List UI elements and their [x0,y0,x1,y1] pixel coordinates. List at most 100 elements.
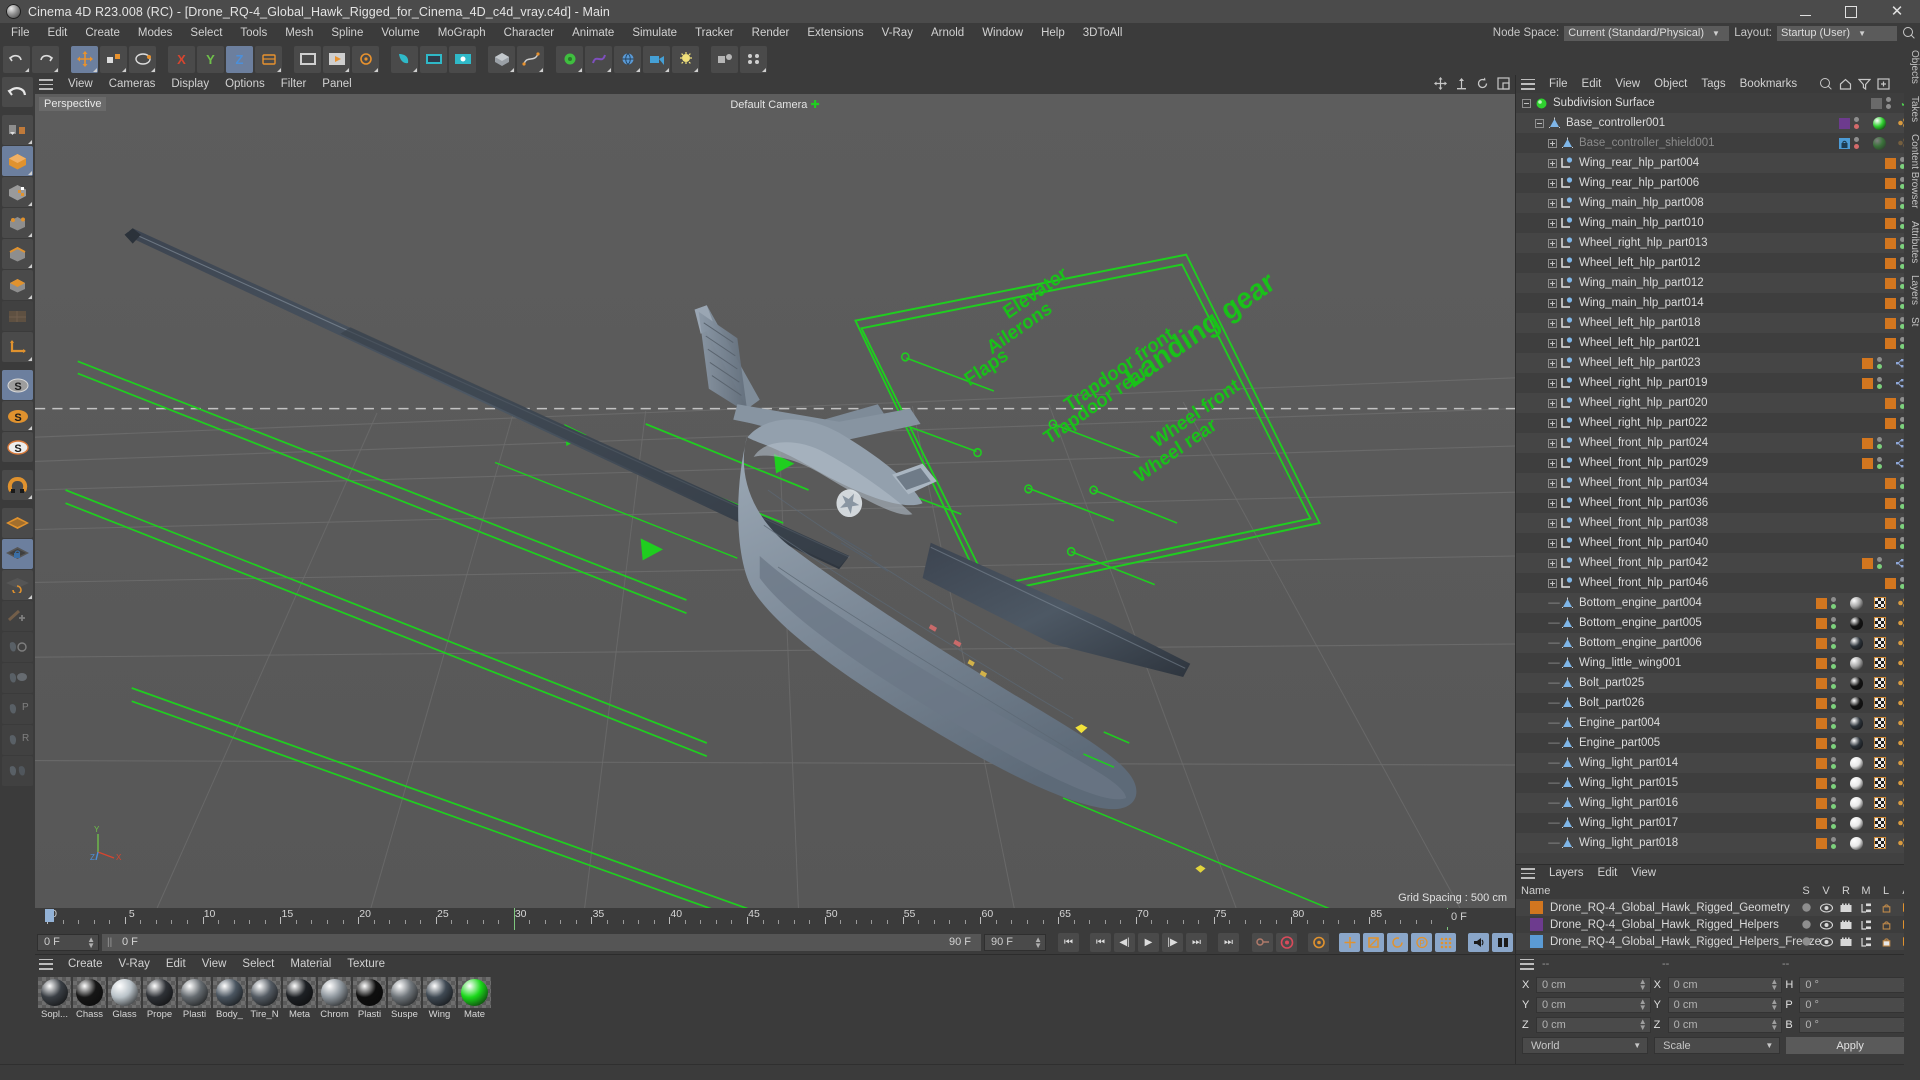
step-back-button[interactable]: ◀| [1114,932,1135,952]
texture-tag-icon[interactable] [1873,657,1886,669]
goto-start-button[interactable]: ⏮ [1058,932,1079,952]
layer-swatch[interactable] [1862,457,1873,469]
menu-item-layers[interactable]: Layers [1542,865,1591,882]
object-tree-row[interactable]: Wheel_front_hlp_part036 [1516,493,1920,513]
world-coordinate-button[interactable] [255,45,282,73]
object-tree-row[interactable]: Wheel_left_hlp_part012 [1516,253,1920,273]
vray-settings-button[interactable] [449,45,476,73]
expand-toggle-icon[interactable] [1548,298,1557,308]
select-tool-icon[interactable] [2,632,33,662]
visibility-dots[interactable] [1831,797,1838,809]
expand-toggle-icon[interactable] [1548,418,1557,428]
primitive-cube-button[interactable] [488,45,515,73]
object-tag[interactable] [1868,613,1891,633]
layer-swatch[interactable] [1862,357,1873,369]
object-tree-row[interactable]: — Wing_little_wing001 [1516,653,1920,673]
timeline-button[interactable] [1492,932,1513,952]
layer-swatch[interactable] [1816,617,1827,629]
object-tag[interactable] [1868,793,1891,813]
vertical-tab-takes[interactable]: Takes [1904,90,1920,128]
material-tag-icon[interactable] [1850,616,1863,630]
object-tree-row[interactable]: Wheel_right_hlp_part022 [1516,413,1920,433]
material-tag-icon[interactable] [1850,776,1863,790]
expand-toggle-icon[interactable] [1548,558,1557,568]
menu-item-mograph[interactable]: MoGraph [429,23,495,43]
spinner-icon[interactable]: ▲▼ [1639,1018,1647,1032]
visible-toggle[interactable] [1816,902,1836,913]
menu-item-character[interactable]: Character [495,23,564,43]
object-tree-row[interactable]: Wheel_left_hlp_part023 [1516,353,1920,373]
position-field[interactable]: 0 cm ▲ ▼ [1536,1017,1651,1033]
expand-toggle-icon[interactable] [1522,98,1531,108]
expand-toggle-icon[interactable] [1548,378,1557,388]
object-tree-row[interactable]: Wheel_front_hlp_part038 [1516,513,1920,533]
model-mode-icon[interactable] [2,146,33,176]
vray-render-button[interactable] [391,45,418,73]
visibility-dots[interactable] [1877,557,1884,569]
object-tree-row[interactable]: — Wing_light_part017 [1516,813,1920,833]
texture-tag-icon[interactable] [1873,757,1886,769]
layer-swatch[interactable] [1885,197,1896,209]
play-button[interactable]: ▶ [1138,932,1159,952]
object-tag[interactable] [1868,133,1891,153]
material-tag-icon[interactable] [1850,816,1863,830]
search-icon[interactable] [1819,77,1833,91]
goto-end-button[interactable]: ⏭ [1218,932,1239,952]
axis-z-button[interactable]: Z [226,45,253,73]
visibility-dots[interactable] [1831,777,1838,789]
object-tag[interactable] [1868,733,1891,753]
expand-toggle-icon[interactable] [1548,358,1557,368]
menu-item-cameras[interactable]: Cameras [101,75,164,94]
object-tree-row[interactable]: Wing_main_hlp_part012 [1516,273,1920,293]
menu-item-window[interactable]: Window [973,23,1032,43]
manager-toggle[interactable] [1856,937,1876,947]
visibility-dots[interactable] [1854,137,1861,149]
texture-tag-icon[interactable] [1873,777,1886,789]
layer-swatch[interactable] [1816,637,1827,649]
object-tree-row[interactable]: Wheel_front_hlp_part042 [1516,553,1920,573]
edges-mode-icon[interactable] [2,239,33,269]
expand-toggle-icon[interactable] [1535,118,1544,128]
expand-toggle-icon[interactable] [1548,178,1557,188]
layer-swatch[interactable] [1816,837,1827,849]
object-tree-row[interactable]: — Wing_light_part018 [1516,833,1920,853]
attributes-menu-icon[interactable] [1520,958,1534,970]
rotate-tool-button[interactable] [129,45,156,73]
object-tree-row[interactable]: Wheel_front_hlp_part029 [1516,453,1920,473]
object-manager-menu-icon[interactable] [1521,78,1535,90]
rotation-field[interactable]: 0 °▲▼ [1799,1017,1915,1033]
layer-color-swatch[interactable] [1530,901,1543,914]
menu-item-file[interactable]: File [1542,75,1575,93]
visibility-dots[interactable] [1831,597,1838,609]
size-field[interactable]: 0 cm ▲ ▼ [1667,977,1783,993]
visible-toggle[interactable] [1816,936,1836,947]
layer-swatch[interactable] [1816,757,1827,769]
visibility-dots[interactable] [1831,737,1838,749]
material-item[interactable]: Body_ [213,977,246,1021]
visibility-dots[interactable] [1831,637,1838,649]
texture-tag-icon[interactable] [1873,717,1886,729]
material-item[interactable]: Glass [108,977,141,1021]
object-tag[interactable] [1845,693,1868,713]
material-tag-icon[interactable] [1850,636,1863,650]
layer-swatch[interactable] [1885,217,1896,229]
menu-item-edit[interactable]: Edit [1575,75,1609,93]
home-icon[interactable] [1839,78,1852,90]
solo-toggle[interactable] [1796,919,1816,930]
lock-toggle[interactable] [1876,902,1896,913]
menu-item-animate[interactable]: Animate [563,23,623,43]
material-menu-icon[interactable] [39,958,53,970]
menu-item-display[interactable]: Display [163,75,217,94]
menu-item-render[interactable]: Render [743,23,799,43]
object-tree-row[interactable]: — Bottom_engine_part005 [1516,613,1920,633]
object-tree-row[interactable]: — Bolt_part025 [1516,673,1920,693]
layer-swatch[interactable] [1885,237,1896,249]
render-toggle[interactable] [1836,937,1856,947]
step-forward-button[interactable]: |▶ [1162,932,1183,952]
layer-swatch[interactable] [1816,737,1827,749]
expand-toggle-icon[interactable] [1548,578,1557,588]
rotate-select-icon[interactable]: R [2,725,33,755]
spinner-icon[interactable]: ▲▼ [1770,978,1778,992]
visibility-dots[interactable] [1831,657,1838,669]
spinner-icon[interactable]: ▲▼ [87,935,95,949]
